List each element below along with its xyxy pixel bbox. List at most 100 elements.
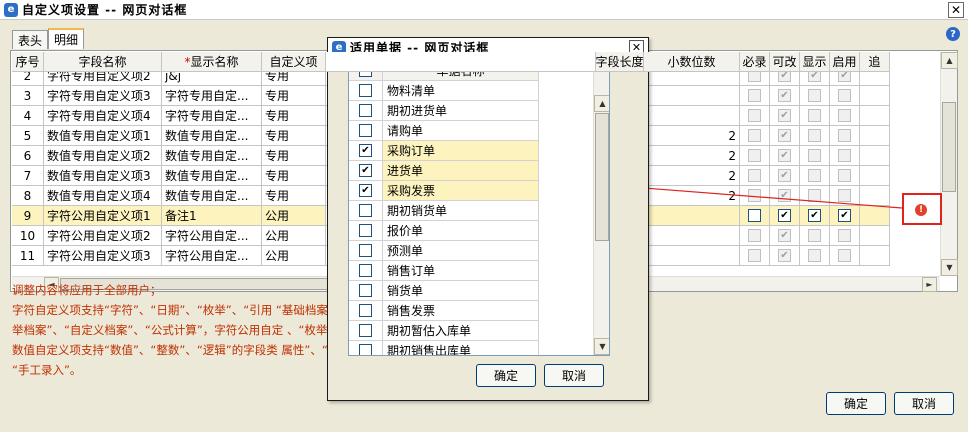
table-cell[interactable]: 9 [12, 206, 44, 226]
table-cell[interactable] [800, 226, 830, 246]
checkbox-enable[interactable] [838, 149, 851, 162]
checkbox-edit[interactable] [778, 209, 791, 222]
checkbox-enable[interactable] [838, 169, 851, 182]
table-cell[interactable] [644, 106, 740, 126]
checkbox-enable[interactable] [838, 129, 851, 142]
document-checkbox[interactable] [359, 84, 372, 97]
list-item[interactable]: 采购发票 [349, 181, 593, 201]
table-cell[interactable]: 字符专用自定... [162, 86, 262, 106]
table-cell[interactable] [800, 126, 830, 146]
document-checkbox[interactable] [359, 264, 372, 277]
table-cell[interactable]: 专用 [262, 126, 326, 146]
table-cell[interactable] [830, 86, 860, 106]
checkbox-edit[interactable] [778, 109, 791, 122]
table-cell[interactable] [830, 126, 860, 146]
table-cell[interactable] [770, 186, 800, 206]
list-item[interactable]: 请购单 [349, 121, 593, 141]
table-cell[interactable]: 3 [12, 86, 44, 106]
table-cell[interactable] [740, 246, 770, 266]
document-checkbox[interactable] [359, 104, 372, 117]
table-cell[interactable]: 字符公用自定... [162, 246, 262, 266]
list-item[interactable]: 期初销货单 [349, 201, 593, 221]
checkbox-req[interactable] [748, 249, 761, 262]
list-item[interactable]: 销售发票 [349, 301, 593, 321]
document-checkbox[interactable] [359, 244, 372, 257]
table-cell[interactable] [860, 166, 890, 186]
table-cell[interactable]: 字符公用自定... [162, 226, 262, 246]
table-cell[interactable] [770, 146, 800, 166]
table-cell[interactable]: 数值专用自定... [162, 146, 262, 166]
table-cell[interactable]: 数值专用自定义项4 [44, 186, 162, 206]
table-cell[interactable] [860, 106, 890, 126]
column-header[interactable]: 字段名称 [44, 52, 162, 72]
checkbox-req[interactable] [748, 229, 761, 242]
table-cell[interactable]: 备注1 [162, 206, 262, 226]
table-cell[interactable] [770, 206, 800, 226]
scroll-up-icon[interactable]: ▲ [594, 95, 609, 112]
checkbox-show[interactable] [808, 249, 821, 262]
table-cell[interactable]: 7 [12, 166, 44, 186]
checkbox-enable[interactable] [838, 249, 851, 262]
column-header[interactable] [326, 52, 596, 72]
table-cell[interactable]: 11 [12, 246, 44, 266]
checkbox-show[interactable] [808, 109, 821, 122]
checkbox-enable[interactable] [838, 209, 851, 222]
checkbox-show[interactable] [808, 89, 821, 102]
table-cell[interactable] [830, 226, 860, 246]
scroll-up-icon[interactable]: ▲ [941, 52, 958, 69]
list-item[interactable]: 期初暂估入库单 [349, 321, 593, 341]
popup-cancel-button[interactable]: 取消 [544, 364, 604, 387]
list-vertical-scrollbar[interactable]: ▲ ▼ [593, 61, 609, 355]
checkbox-edit[interactable] [778, 169, 791, 182]
table-cell[interactable] [740, 206, 770, 226]
table-cell[interactable]: 8 [12, 186, 44, 206]
table-cell[interactable] [800, 86, 830, 106]
document-checkbox[interactable] [359, 304, 372, 317]
table-cell[interactable]: 5 [12, 126, 44, 146]
table-cell[interactable] [644, 226, 740, 246]
table-cell[interactable] [860, 206, 890, 226]
table-cell[interactable]: 数值专用自定... [162, 186, 262, 206]
table-cell[interactable] [740, 86, 770, 106]
column-header[interactable]: 自定义项 [262, 52, 326, 72]
checkbox-enable[interactable] [838, 109, 851, 122]
column-header[interactable]: 必录 [740, 52, 770, 72]
table-cell[interactable]: 6 [12, 146, 44, 166]
checkbox-edit[interactable] [778, 89, 791, 102]
table-cell[interactable]: 数值专用自定义项1 [44, 126, 162, 146]
table-cell[interactable] [830, 106, 860, 126]
checkbox-show[interactable] [808, 129, 821, 142]
list-item[interactable]: 物料清单 [349, 81, 593, 101]
checkbox-edit[interactable] [778, 229, 791, 242]
table-cell[interactable] [800, 186, 830, 206]
column-header[interactable]: 追 [860, 52, 890, 72]
document-checkbox[interactable] [359, 184, 372, 197]
document-checkbox[interactable] [359, 164, 372, 177]
table-cell[interactable] [770, 86, 800, 106]
document-checkbox[interactable] [359, 144, 372, 157]
table-cell[interactable]: 2 [644, 126, 740, 146]
column-header[interactable]: * 显示名称 [162, 52, 262, 72]
table-cell[interactable] [740, 186, 770, 206]
help-icon[interactable]: ? [946, 27, 960, 41]
document-checkbox[interactable] [359, 124, 372, 137]
table-cell[interactable] [740, 166, 770, 186]
ok-button[interactable]: 确定 [826, 392, 886, 415]
checkbox-enable[interactable] [838, 189, 851, 202]
table-cell[interactable] [740, 146, 770, 166]
table-cell[interactable] [830, 206, 860, 226]
checkbox-edit[interactable] [778, 129, 791, 142]
table-cell[interactable] [770, 246, 800, 266]
checkbox-req[interactable] [748, 109, 761, 122]
column-header[interactable]: 小数位数 [644, 52, 740, 72]
table-cell[interactable] [770, 106, 800, 126]
table-cell[interactable]: 公用 [262, 226, 326, 246]
checkbox-req[interactable] [748, 129, 761, 142]
checkbox-edit[interactable] [778, 249, 791, 262]
column-header[interactable]: 启用 [830, 52, 860, 72]
table-cell[interactable]: 字符公用自定义项1 [44, 206, 162, 226]
scroll-thumb[interactable] [595, 113, 609, 241]
warning-icon[interactable]: ! [915, 204, 927, 216]
table-cell[interactable] [800, 246, 830, 266]
checkbox-show[interactable] [808, 229, 821, 242]
